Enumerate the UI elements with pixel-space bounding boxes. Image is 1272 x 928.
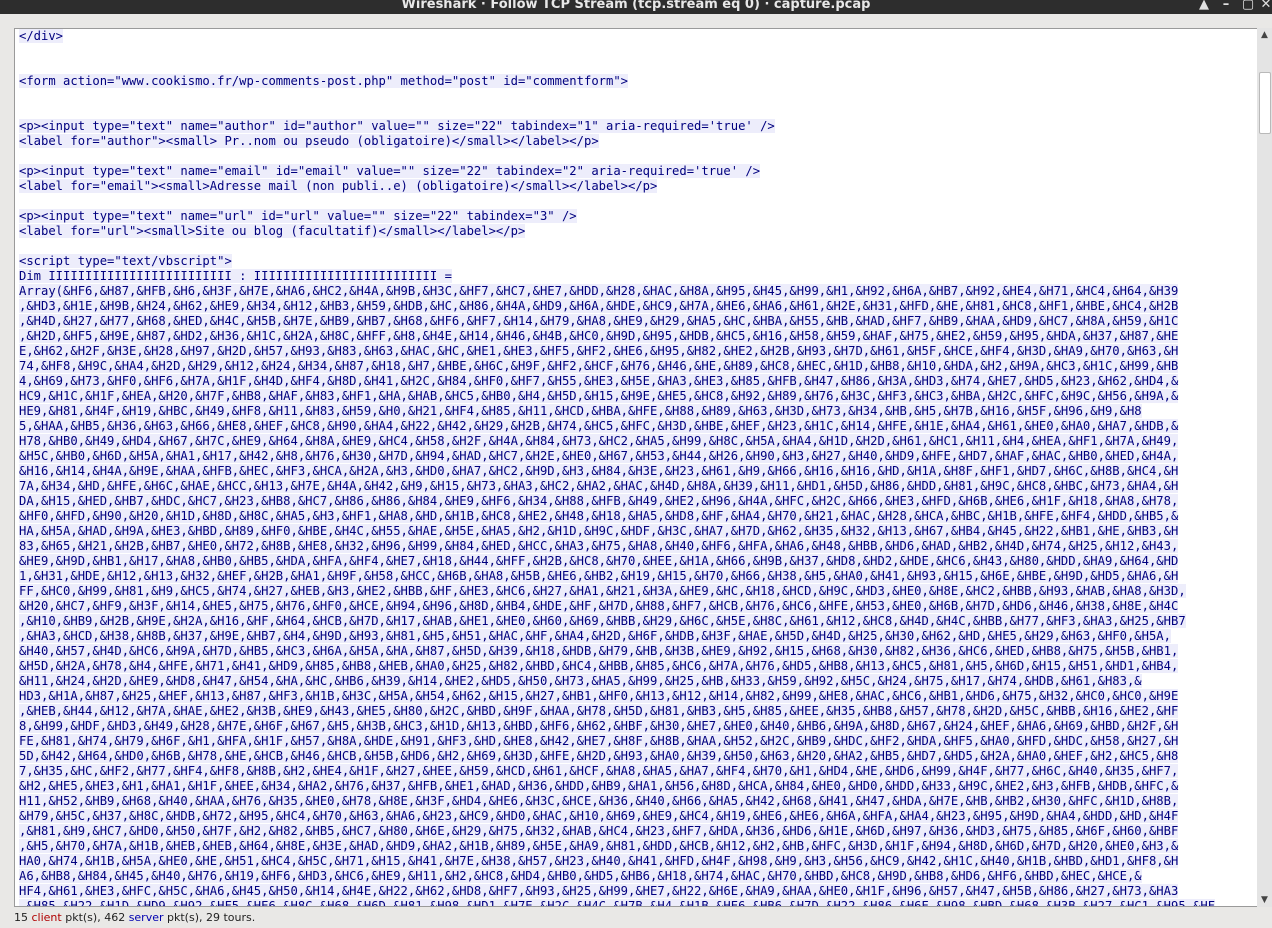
- window-shade-icon[interactable]: ▲: [1196, 0, 1212, 13]
- stream-line: HA0,&H74,&H1B,&H5A,&HE0,&HE,&H51,&HC4,&H…: [19, 854, 1179, 868]
- stream-line: FE,&H81,&H74,&H79,&H6F,&H1,&HFA,&H1F,&H5…: [19, 734, 1179, 748]
- stream-line: Dim IIIIIIIIIIIIIIIIIIIIIIIII : IIIIIIII…: [19, 269, 452, 283]
- window-titlebar: Wireshark · Follow TCP Stream (tcp.strea…: [0, 0, 1272, 14]
- stream-line: 8,&H99,&HDF,&HD3,&H49,&H28,&H7E,&H6F,&H6…: [19, 719, 1179, 733]
- stream-line: 5,&HAA,&HB5,&H36,&H63,&H66,&HE8,&HEF,&HC…: [19, 419, 1179, 433]
- stream-line: H11,&H52,&HB9,&H68,&H40,&HAA,&H76,&H35,&…: [19, 794, 1179, 808]
- stream-line: Array(&HF6,&H87,&HFB,&H6,&H3F,&H7E,&HA6,…: [19, 284, 1179, 298]
- stream-text[interactable]: </div> <form action="www.cookismo.fr/wp-…: [19, 29, 1216, 906]
- stream-line: <label for="url"><small>Site ou blog (fa…: [19, 224, 526, 238]
- stream-line: ,&H10,&HB9,&H2B,&H9E,&H2A,&H16,&HF,&H64,…: [19, 614, 1186, 628]
- stream-line: </div>: [19, 29, 64, 43]
- stream-line: &H2,&HE5,&HE3,&H1,&HA1,&H1F,&HEE,&H34,&H…: [19, 779, 1179, 793]
- stream-line: 7,&H35,&HC,&HF2,&H77,&HF4,&HF8,&H8B,&H2,…: [19, 764, 1179, 778]
- stream-line: &HE9,&H9D,&HB1,&H17,&HA8,&HB0,&HB5,&HDA,…: [19, 554, 1179, 568]
- scrollbar-thumb[interactable]: [1259, 72, 1271, 134]
- server-packet-count: pkt(s), 462: [65, 911, 126, 924]
- stream-line: HC9,&H1C,&H1F,&HEA,&H20,&H7F,&HB8,&HAF,&…: [19, 389, 1179, 403]
- stream-line: ,&H85,&H22,&H1D,&HD9,&H92,&HF5,&HE6,&H8C…: [19, 899, 1216, 906]
- stream-line: &H11,&H24,&H2D,&HE9,&HD8,&H47,&H54,&HA,&…: [19, 674, 1142, 688]
- stream-statusbar: 15 client pkt(s), 462 server pkt(s), 29 …: [0, 908, 1272, 928]
- server-label: server: [128, 911, 164, 924]
- turns-count: pkt(s), 29 tours.: [167, 911, 256, 924]
- scroll-down-icon[interactable]: ▼: [1257, 893, 1272, 907]
- stream-line: ,&H81,&H9,&HC7,&HD0,&H50,&H7F,&H2,&H82,&…: [19, 824, 1179, 838]
- vertical-scrollbar[interactable]: ▲ ▼: [1257, 28, 1272, 907]
- stream-line: <p><input type="text" name="url" id="url…: [19, 209, 577, 223]
- stream-line: 7A,&H34,&HD,&HFE,&H6C,&HAE,&HCC,&H13,&H7…: [19, 479, 1179, 493]
- stream-line: <label for="author"><small> Pr..nom ou p…: [19, 134, 599, 148]
- stream-line: &H20,&HC7,&HF9,&H3F,&H14,&HE5,&H75,&H76,…: [19, 599, 1179, 613]
- stream-line: 83,&H65,&H21,&H2B,&HB7,&HE0,&H72,&H8B,&H…: [19, 539, 1179, 553]
- stream-line: H78,&HB0,&H49,&HD4,&H67,&H7C,&HE9,&H64,&…: [19, 434, 1179, 448]
- stream-line: &H5D,&H2A,&H78,&H4,&HFE,&H71,&H41,&HD9,&…: [19, 659, 1179, 673]
- stream-line: HE9,&H81,&H4F,&H19,&HBC,&H49,&HF8,&H11,&…: [19, 404, 1142, 418]
- stream-line: HF4,&H61,&HE3,&HFC,&H5C,&HA6,&H45,&H50,&…: [19, 884, 1179, 898]
- window-title: Wireshark · Follow TCP Stream (tcp.strea…: [401, 0, 871, 12]
- stream-line: ,&H2D,&HF5,&H9E,&H87,&HD2,&H36,&H1C,&H2A…: [19, 329, 1179, 343]
- client-label: client: [31, 911, 62, 924]
- stream-line: ,&HA3,&HCD,&H38,&H8B,&H37,&H9E,&HB7,&H4,…: [19, 629, 1171, 643]
- stream-line: 1,&H31,&HDE,&H12,&H13,&H32,&HEF,&H2B,&HA…: [19, 569, 1179, 583]
- stream-line: ,&HD3,&H1E,&H9B,&H24,&H62,&HE9,&H34,&H12…: [19, 299, 1179, 313]
- stream-line: <script type="text/vbscript">: [19, 254, 232, 268]
- client-packet-count: 15: [14, 911, 28, 924]
- stream-line: &H79,&H5C,&H37,&H8C,&HDB,&H72,&H95,&HC4,…: [19, 809, 1179, 823]
- stream-line: E,&H62,&H2F,&H3E,&H28,&H97,&H2D,&H57,&H9…: [19, 344, 1179, 358]
- window-minimize-icon[interactable]: –: [1218, 0, 1234, 13]
- window-close-icon[interactable]: ✕: [1258, 0, 1272, 13]
- stream-line: 4,&H69,&H73,&HF0,&HF6,&H7A,&H1F,&H4D,&HF…: [19, 374, 1179, 388]
- stream-line: 5D,&H42,&H64,&HD0,&H6B,&H78,&HE,&HCB,&H4…: [19, 749, 1179, 763]
- stream-line: <form action="www.cookismo.fr/wp-comment…: [19, 74, 629, 88]
- stream-line: <label for="email"><small>Adresse mail (…: [19, 179, 658, 193]
- stream-line: HA,&H5A,&HAD,&H9A,&HE3,&HBD,&H89,&HF0,&H…: [19, 524, 1179, 538]
- stream-line: &H40,&H57,&H4D,&HC6,&H9A,&H7D,&HB5,&HC3,…: [19, 644, 1179, 658]
- stream-line: FF,&HC0,&H99,&H81,&H9,&HC5,&H74,&H27,&HE…: [19, 584, 1186, 598]
- stream-line: <p><input type="text" name="email" id="e…: [19, 164, 761, 178]
- stream-line: <p><input type="text" name="author" id="…: [19, 119, 775, 133]
- stream-line: ,&HEB,&H44,&H12,&H7A,&HAE,&HE2,&H3B,&HE9…: [19, 704, 1179, 718]
- stream-line: 74,&HF8,&H9C,&HA4,&H2D,&H29,&H12,&H24,&H…: [19, 359, 1179, 373]
- stream-content-pane[interactable]: </div> <form action="www.cookismo.fr/wp-…: [14, 28, 1259, 907]
- stream-line: DA,&H15,&HED,&HB7,&HDC,&HC7,&H23,&HB8,&H…: [19, 494, 1179, 508]
- stream-line: &HF0,&HFD,&H90,&H20,&H1D,&H8D,&H8C,&HA5,…: [19, 509, 1179, 523]
- stream-line: A6,&HB8,&H84,&H45,&H40,&H76,&H19,&HF6,&H…: [19, 869, 1142, 883]
- stream-line: &H5C,&HB0,&H6D,&H5A,&HA1,&H17,&H42,&H8,&…: [19, 449, 1179, 463]
- stream-line: ,&H5,&H70,&H7A,&H1B,&HEB,&HEB,&H64,&H8E,…: [19, 839, 1179, 853]
- stream-line: HD3,&H1A,&H87,&H25,&HEF,&H13,&H87,&HF3,&…: [19, 689, 1179, 703]
- stream-line: ,&H4D,&H27,&H77,&H68,&HED,&H4C,&H5B,&H7E…: [19, 314, 1179, 328]
- stream-line: &H16,&H14,&H4A,&H9E,&HAA,&HFB,&HEC,&HF3,…: [19, 464, 1179, 478]
- scroll-up-icon[interactable]: ▲: [1257, 28, 1272, 42]
- window-maximize-icon[interactable]: ▢: [1240, 0, 1256, 13]
